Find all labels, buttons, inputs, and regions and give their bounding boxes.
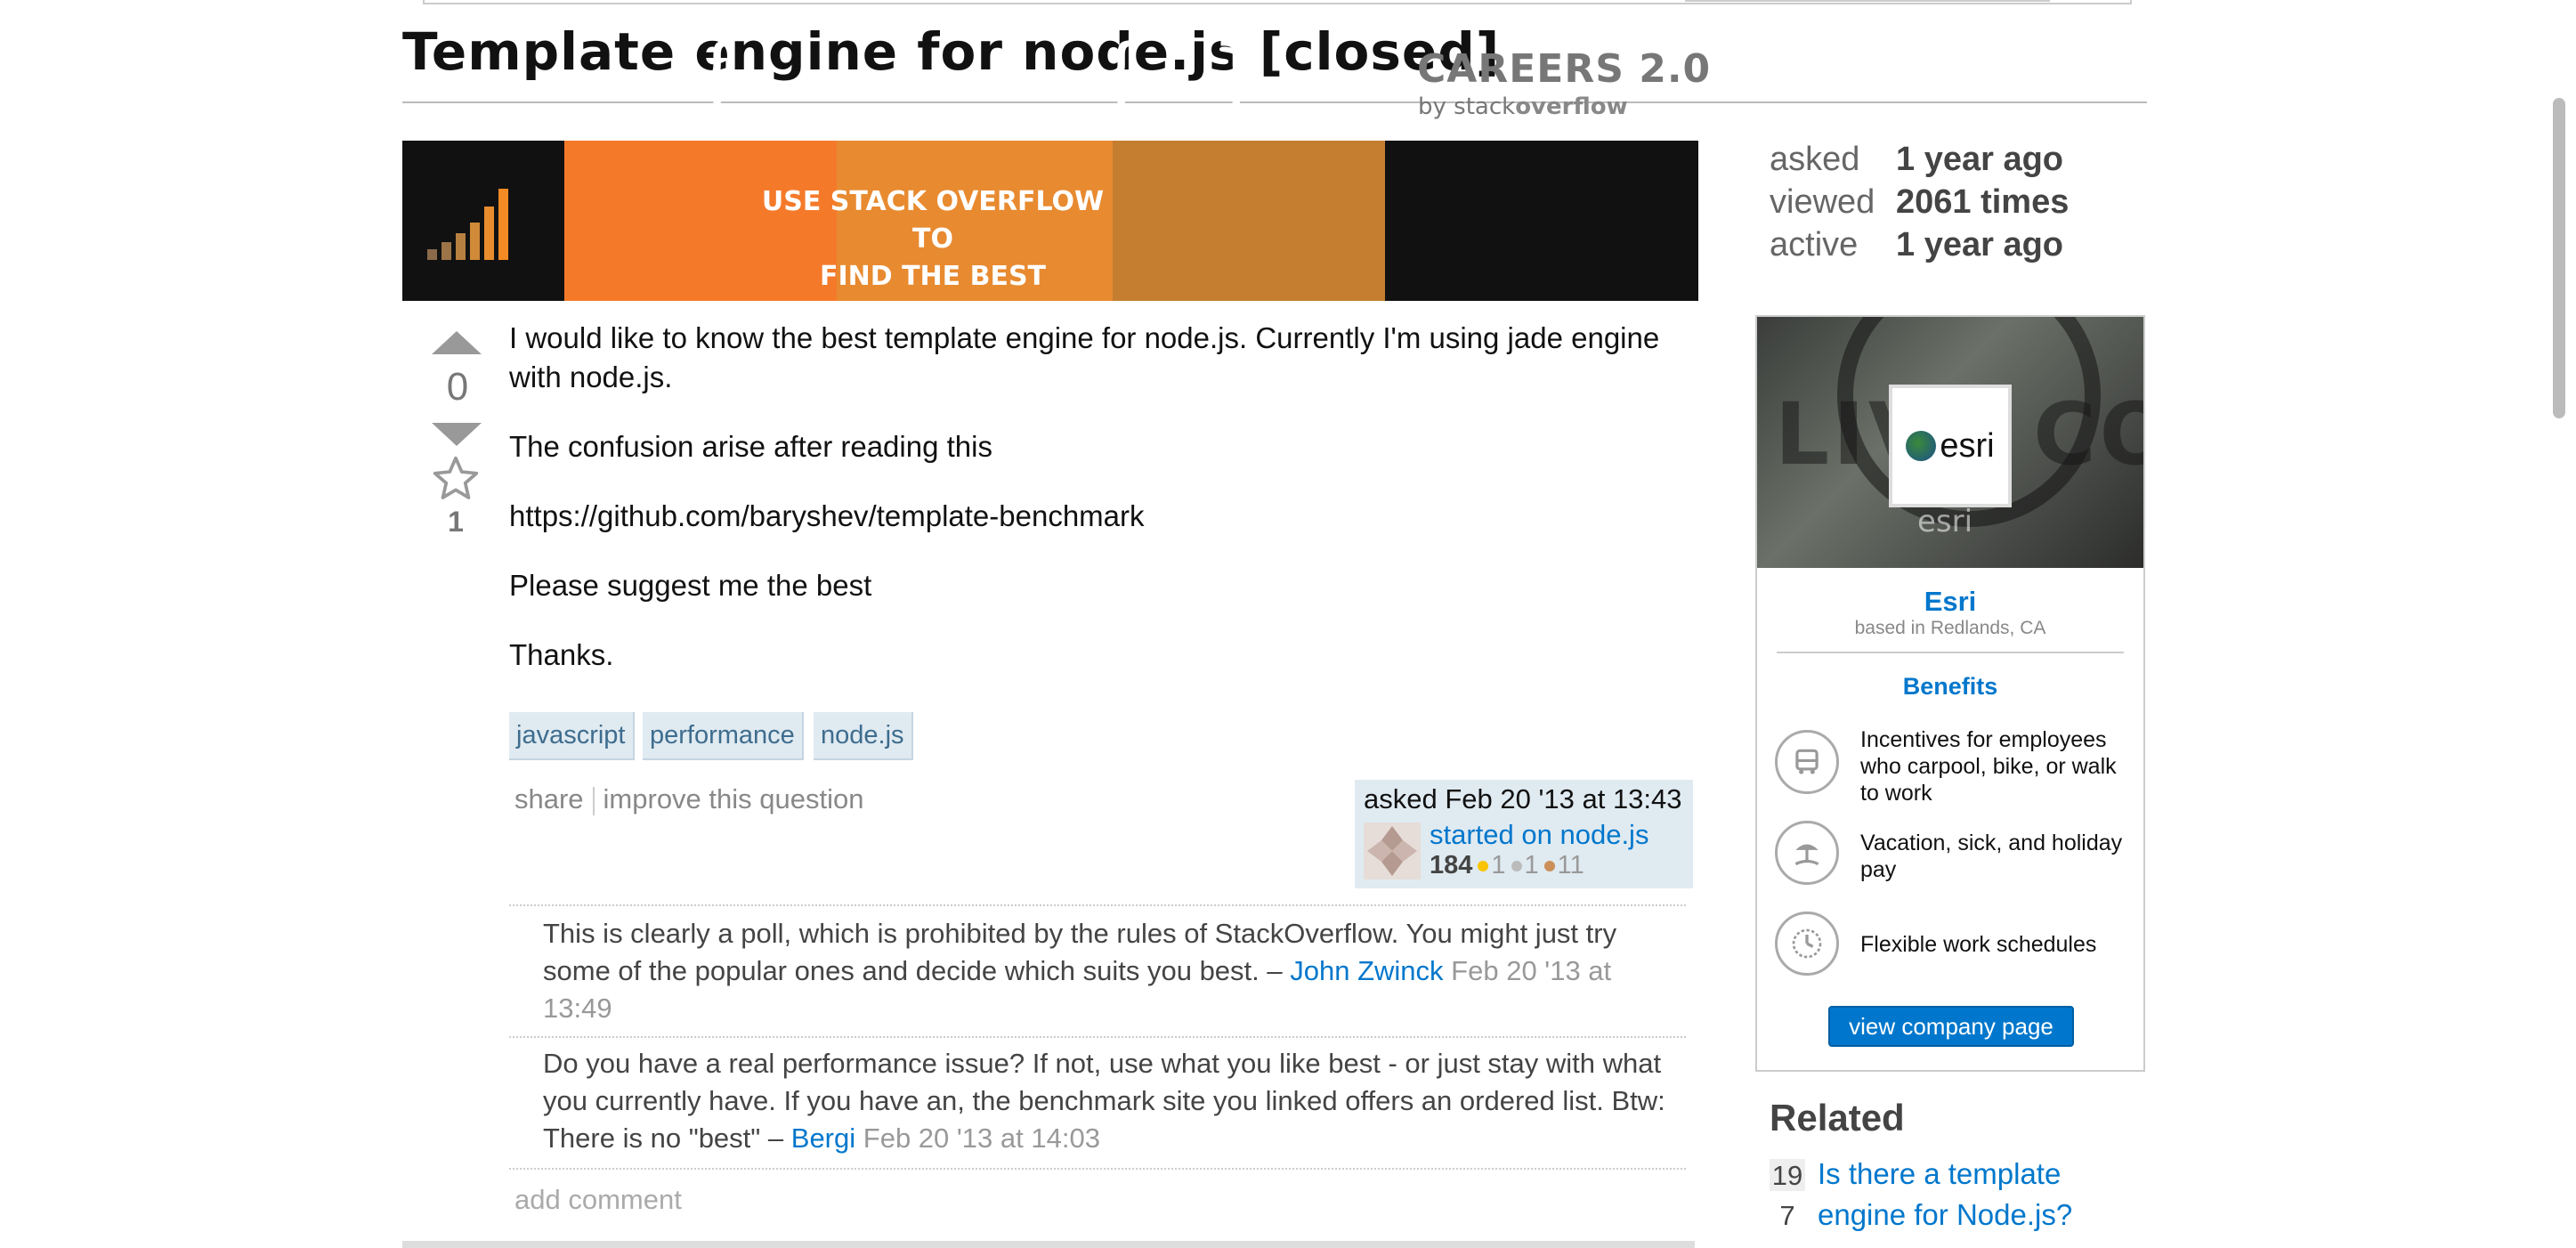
stat-active-label: active <box>1770 226 1859 263</box>
upvote-arrow-icon[interactable] <box>432 331 482 354</box>
post-paragraph: Please suggest me the best <box>509 569 872 602</box>
tag-nodejs[interactable]: node.js <box>814 712 913 760</box>
benefits-heading[interactable]: Benefits <box>1757 673 2143 701</box>
benefit-text: Incentives for employees who carpool, bi… <box>1860 727 2117 806</box>
title-divider <box>402 101 2147 103</box>
post-paragraph: The confusion arise after reading this <box>509 430 992 463</box>
bus-icon <box>1775 730 1839 794</box>
company-name-link[interactable]: Esri <box>1757 586 2143 618</box>
comment-divider <box>509 904 1686 906</box>
share-link[interactable]: share <box>514 783 584 814</box>
related-vote-count: 19 <box>1770 1159 1805 1191</box>
stat-asked-value: 1 year ago <box>1896 141 2063 178</box>
comment: This is clearly a poll, which is prohibi… <box>543 915 1682 1027</box>
comment-user-link[interactable]: Bergi <box>791 1122 855 1154</box>
post-paragraph: I would like to know the best template e… <box>509 321 1660 393</box>
owner-reputation: 184 1 1 11 <box>1430 851 1584 879</box>
benefit-text: Flexible work schedules <box>1860 932 2097 957</box>
comment: Do you have a real performance issue? If… <box>543 1045 1682 1157</box>
globe-icon <box>1906 431 1937 461</box>
tag-javascript[interactable]: javascript <box>509 712 635 760</box>
esri-logo[interactable]: esri <box>1889 385 2012 507</box>
tag-performance[interactable]: performance <box>643 712 804 760</box>
comment-divider <box>509 1036 1686 1038</box>
banner-right-brace: } <box>1211 27 1263 122</box>
vote-count: 0 <box>446 365 469 409</box>
stat-asked-label: asked <box>1770 141 1860 178</box>
clock-icon <box>1775 912 1839 976</box>
careers-byline: by stackoverflow <box>1418 93 1628 120</box>
company-image-subtext: esri <box>1917 504 1973 539</box>
page-scrollbar[interactable] <box>2553 98 2565 418</box>
stat-viewed-value: 2061 times <box>1896 183 2070 221</box>
benchmark-link[interactable]: https://github.com/baryshev/template-ben… <box>509 497 1145 536</box>
beach-icon <box>1775 821 1839 885</box>
gold-badge-icon <box>1478 861 1489 872</box>
company-location: based in Redlands, CA <box>1854 618 2046 638</box>
banner-left-brace: { <box>691 27 743 122</box>
favorite-count: 1 <box>448 506 464 538</box>
left-brace: { <box>1095 27 1147 122</box>
post-bottom-border <box>402 1241 1695 1248</box>
owner-signature: asked Feb 20 '13 at 13:43 started on nod… <box>1355 780 1693 888</box>
asked-date: asked Feb 20 '13 at 13:43 <box>1364 783 1682 814</box>
add-comment-link[interactable]: add comment <box>514 1184 682 1216</box>
view-company-page-button[interactable]: view company page <box>1828 1006 2074 1047</box>
related-question-link[interactable]: Is there a template engine for Node.js? <box>1818 1154 2102 1236</box>
company-divider <box>1777 652 2124 653</box>
top-panel-remnant <box>423 0 2132 4</box>
careers-logo-text: CAREERS 2.0 <box>1417 46 1712 92</box>
comment-user-link[interactable]: John Zwinck <box>1290 955 1443 986</box>
improve-question-link[interactable]: improve this question <box>603 783 864 814</box>
benefit-text: Vacation, sick, and holiday pay <box>1860 831 2123 882</box>
silver-badge-icon <box>1511 861 1522 872</box>
owner-username[interactable]: started on node.js <box>1430 819 1648 851</box>
stat-active-value: 1 year ago <box>1896 226 2063 263</box>
related-vote-count-2: 7 <box>1779 1200 1795 1231</box>
comment-text: Do you have a real performance issue? If… <box>543 1048 1665 1154</box>
downvote-arrow-icon[interactable] <box>432 423 482 446</box>
post-paragraph: Thanks. <box>509 638 614 671</box>
bronze-badge-icon <box>1543 861 1555 872</box>
favorite-star-icon[interactable] <box>431 454 481 504</box>
careers-bars-icon <box>427 189 508 260</box>
stat-viewed-label: viewed <box>1770 183 1875 221</box>
company-image[interactable]: LIVE CODE esri esri <box>1757 317 2143 568</box>
question-title[interactable]: Template engine for node.js [closed] <box>402 21 1500 82</box>
comment-divider <box>509 1168 1686 1170</box>
user-avatar[interactable] <box>1364 823 1421 879</box>
related-heading: Related <box>1770 1097 1905 1139</box>
post-menu: share improve this question <box>514 783 863 815</box>
banner-line-1: USE STACK OVERFLOW TO <box>761 186 1105 255</box>
comment-date[interactable]: Feb 20 '13 at 14:03 <box>863 1122 1100 1154</box>
company-ad-box[interactable]: LIVE CODE esri esri Esri based in Redlan… <box>1755 315 2145 1072</box>
